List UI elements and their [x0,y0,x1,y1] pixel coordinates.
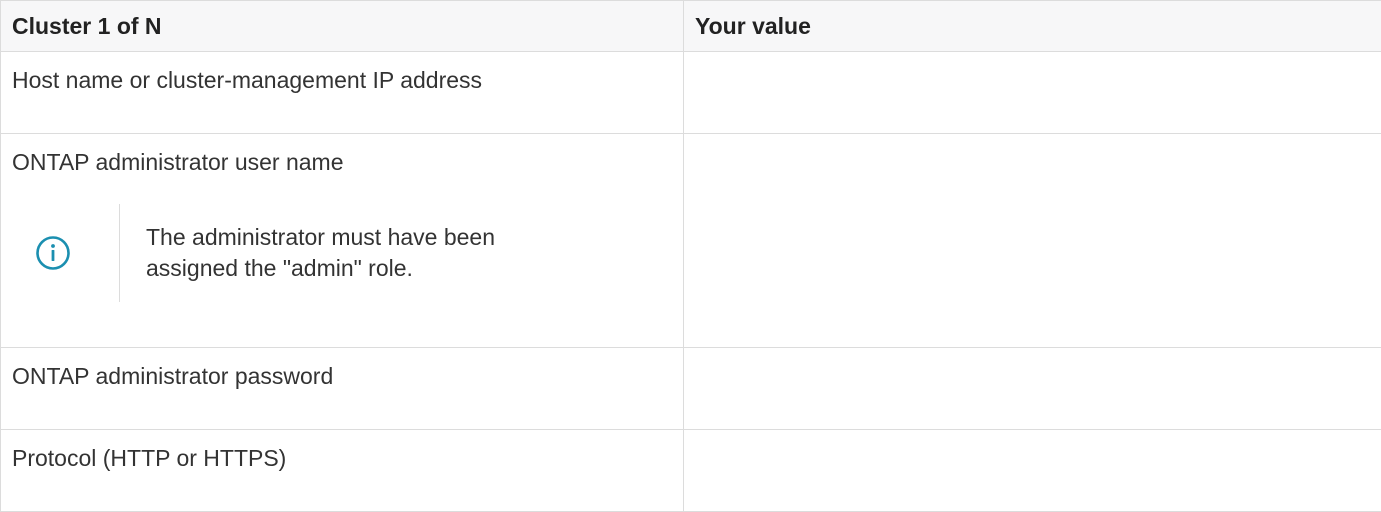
note-text-line-2: assigned the "admin" role. [146,253,495,284]
row-label-cell: ONTAP administrator password [1,348,684,430]
note-text: The administrator must have been assigne… [120,222,495,284]
table-header: Cluster 1 of N Your value [1,1,1381,52]
row-label: ONTAP administrator password [12,348,672,392]
table-row: Host name or cluster-management IP addre… [1,52,1381,134]
table-row: ONTAP administrator user name The admini… [1,134,1381,348]
row-label: ONTAP administrator user name [12,134,672,178]
header-row: Cluster 1 of N Your value [1,1,1381,52]
row-value-cell[interactable] [684,52,1381,134]
row-value [695,348,1370,360]
table-row: ONTAP administrator password [1,348,1381,430]
column-header-your-value: Your value [684,1,1381,52]
cluster-worksheet-table: Cluster 1 of N Your value Host name or c… [0,0,1381,512]
table-row: Protocol (HTTP or HTTPS) [1,430,1381,512]
row-value [695,52,1370,64]
row-value [695,134,1370,146]
row-value-cell[interactable] [684,134,1381,348]
row-label: Protocol (HTTP or HTTPS) [12,430,672,474]
row-value-cell[interactable] [684,430,1381,512]
row-label-cell: Host name or cluster-management IP addre… [1,52,684,134]
column-header-cluster: Cluster 1 of N [1,1,684,52]
info-icon [1,204,105,302]
note-admonition: The administrator must have been assigne… [12,204,672,302]
row-value [695,430,1370,442]
note-text-line-1: The administrator must have been [146,222,495,253]
row-label: Host name or cluster-management IP addre… [12,52,672,96]
row-label-cell: ONTAP administrator user name The admini… [1,134,684,348]
row-value-cell[interactable] [684,348,1381,430]
row-label-cell: Protocol (HTTP or HTTPS) [1,430,684,512]
